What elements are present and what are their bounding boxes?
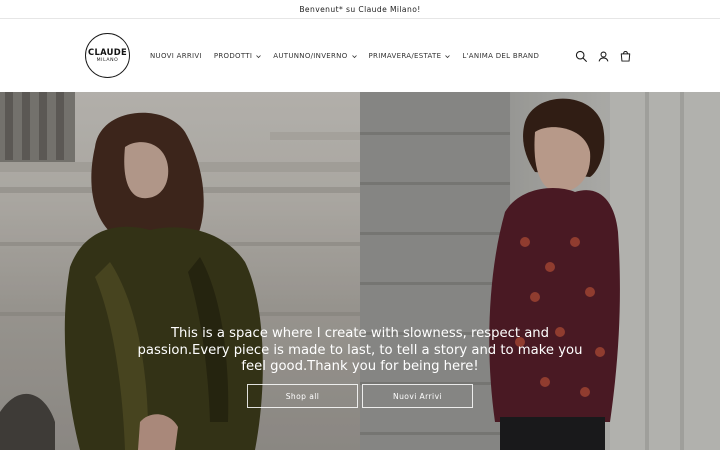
hero-overlay [0,92,720,450]
nav-item-anima-del-brand[interactable]: L'ANIMA DEL BRAND [462,52,539,60]
nav-item-primavera-estate[interactable]: PRIMAVERA/ESTATE [369,52,451,60]
cart-icon[interactable] [618,49,633,64]
site-header: CLAUDE MILANO NUOVI ARRIVI PRODOTTI AUTU… [0,19,720,92]
search-icon[interactable] [574,49,589,64]
chevron-down-icon [351,54,357,59]
shop-all-button[interactable]: Shop all [247,384,358,408]
nav-item-nuovi-arrivi[interactable]: NUOVI ARRIVI [150,52,202,60]
hero-banner: This is a space where I create with slow… [0,92,720,450]
main-nav: NUOVI ARRIVI PRODOTTI AUTUNNO/INVERNO PR… [150,51,551,61]
chevron-down-icon [445,54,451,59]
nav-item-label: L'ANIMA DEL BRAND [462,52,540,60]
announcement-bar: Benvenut* su Claude Milano! [0,0,720,19]
chevron-down-icon [256,54,262,59]
brand-logo[interactable]: CLAUDE MILANO [85,33,130,78]
nav-item-prodotti[interactable]: PRODOTTI [213,52,262,60]
logo-line2: MILANO [96,57,119,63]
account-icon[interactable] [596,49,611,64]
nav-item-autunno-inverno[interactable]: AUTUNNO/INVERNO [273,52,357,60]
logo-line1: CLAUDE [88,46,127,57]
new-arrivals-button[interactable]: Nuovi Arrivi [362,384,473,408]
header-icons [574,49,640,64]
announcement-text: Benvenut* su Claude Milano! [299,4,421,14]
nav-item-label: AUTUNNO/INVERNO [273,52,348,60]
nav-item-label: NUOVI ARRIVI [150,52,202,60]
hero-text: This is a space where I create with slow… [137,326,583,374]
nav-item-label: PRIMAVERA/ESTATE [368,52,442,60]
nav-item-label: PRODOTTI [213,52,253,60]
